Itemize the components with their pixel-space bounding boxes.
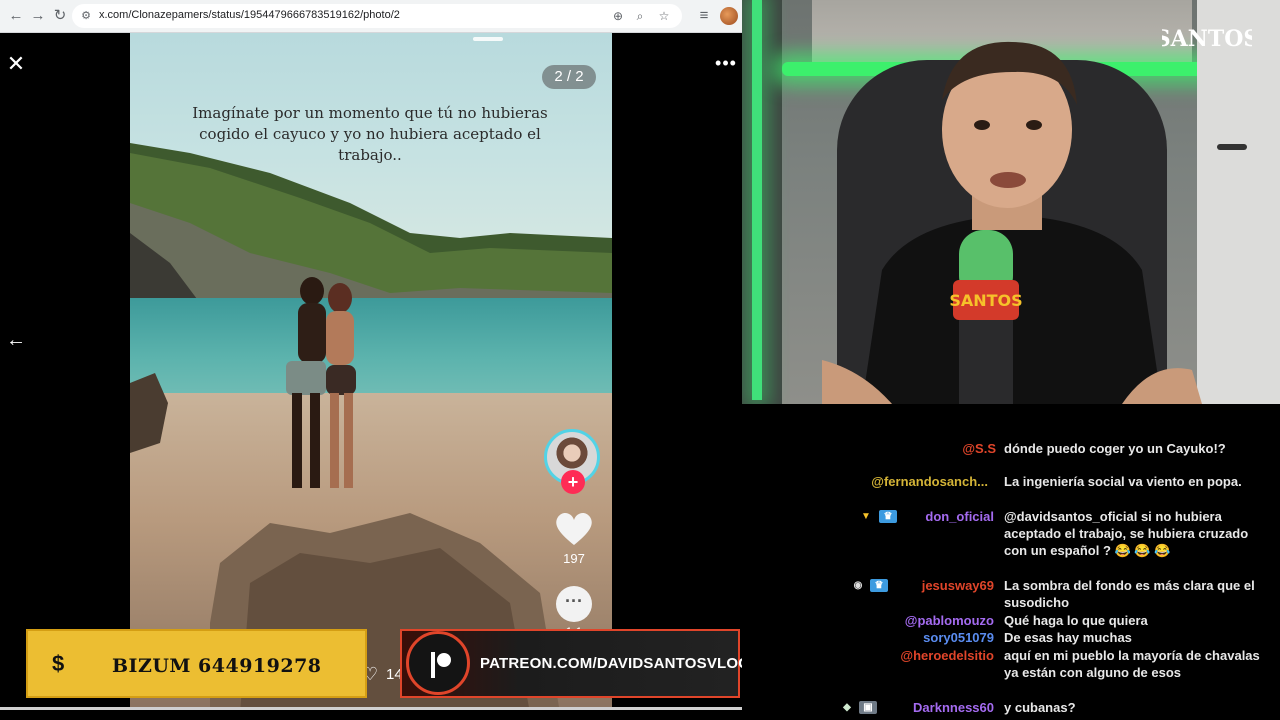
chat-username[interactable]: @S.S	[942, 440, 996, 457]
back-button[interactable]: ←	[6, 6, 26, 26]
chat-username[interactable]: Darknness60	[884, 699, 994, 716]
chat-text: dónde puedo coger yo un Cayuko!?	[1004, 441, 1226, 456]
dollar-icon: $	[52, 651, 65, 676]
patreon-icon	[431, 652, 451, 678]
site-info-icon[interactable]: ⚙	[78, 8, 94, 24]
star-icon[interactable]: ☆	[656, 8, 672, 24]
photo-caption: Imagínate por un momento que tú no hubie…	[192, 104, 548, 164]
live-chat: @S.S dónde puedo coger yo un Cayuko!? @f…	[742, 404, 1280, 720]
door-handle	[1217, 144, 1247, 150]
member-badge-icon: ♛	[879, 510, 897, 523]
door	[1197, 0, 1280, 404]
more-options-icon[interactable]: •••	[714, 53, 738, 73]
hills-illustration	[130, 143, 612, 313]
chat-text: La sombra del fondo es más clara que el …	[1004, 578, 1255, 610]
photo-counter: 2 / 2	[542, 65, 596, 89]
browser-window: ← → ↻ ⚙ x.com/Clonazepamers/status/19544…	[0, 0, 742, 720]
like-count: 197	[563, 551, 585, 566]
chat-text: @davidsantos_oficial si no hubiera acept…	[1004, 509, 1249, 558]
follow-plus-icon[interactable]: +	[561, 470, 585, 494]
close-icon[interactable]: ✕	[5, 53, 27, 75]
media-control-icon[interactable]: ≡	[694, 6, 714, 26]
rock-left-illustration	[130, 373, 168, 453]
chat-text: De esas hay muchas	[1004, 630, 1132, 645]
reload-button[interactable]: ↻	[50, 6, 70, 26]
chat-username[interactable]: @fernandosanch...	[832, 473, 988, 490]
chat-username[interactable]: sory051079	[882, 629, 994, 646]
patreon-url: PATREON.COM/DAVIDSANTOSVLOG	[480, 655, 742, 672]
patreon-banner: PATREON.COM/DAVIDSANTOSVLOG	[400, 629, 742, 698]
patreon-badge	[406, 631, 470, 695]
couple-illustration	[286, 277, 356, 488]
shelf	[742, 0, 782, 404]
forward-button[interactable]: →	[28, 6, 48, 26]
previous-photo-icon[interactable]: ←	[5, 329, 27, 351]
crown-badge-icon: ▼	[861, 511, 871, 522]
chat-text: La ingeniería social va viento en popa.	[1004, 474, 1242, 489]
diamond-badge-icon: ◆	[843, 702, 851, 713]
horizontal-scrollbar[interactable]	[0, 707, 742, 710]
chat-username[interactable]: @pablomouzo	[862, 612, 994, 629]
member-badge-icon: ♛	[870, 579, 888, 592]
mic-brand-text: SANTOS	[949, 291, 1022, 310]
browser-toolbar: ← → ↻ ⚙ x.com/Clonazepamers/status/19544…	[0, 0, 742, 33]
zoom-icon[interactable]: ⌕	[632, 8, 648, 24]
webcam-feed: SANTOS SANTOS	[742, 0, 1280, 404]
chat-username[interactable]: jesusway69	[894, 577, 994, 594]
post-photo[interactable]: 2 / 2 Imagínate por un momento que tú no…	[130, 33, 612, 710]
chat-text: Qué haga lo que quiera	[1004, 613, 1148, 628]
chat-text: y cubanas?	[1004, 700, 1076, 715]
bizum-text: BIZUM 644919278	[112, 655, 322, 677]
eye-badge-icon: ◉	[853, 580, 863, 591]
chat-username[interactable]: don_oficial	[902, 508, 994, 525]
microphone: SANTOS	[949, 230, 1023, 404]
led-strip-left	[752, 0, 762, 400]
profile-avatar[interactable]	[720, 7, 738, 25]
chat-username[interactable]: @heroedelsitio	[852, 647, 994, 664]
comment-icon[interactable]: ···	[556, 586, 592, 622]
bizum-banner: $ BIZUM 644919278	[26, 629, 367, 698]
santos-logo: SANTOS	[1162, 26, 1252, 52]
photo-viewer: ✕ ← ••• 2 / 2 Imagínate por un momento q…	[0, 33, 742, 710]
url-text[interactable]: x.com/Clonazepamers/status/1954479666783…	[99, 9, 400, 21]
chat-text: aquí en mi pueblo la mayoría de chavalas…	[1004, 648, 1260, 680]
sub-badge-icon: ▣	[859, 701, 877, 714]
install-icon[interactable]: ⊕	[610, 8, 626, 24]
address-bar[interactable]: ⚙ x.com/Clonazepamers/status/19544796667…	[72, 4, 682, 28]
heart-icon[interactable]	[554, 511, 594, 547]
drag-handle[interactable]	[473, 37, 503, 41]
svg-text:SANTOS: SANTOS	[1162, 26, 1252, 52]
